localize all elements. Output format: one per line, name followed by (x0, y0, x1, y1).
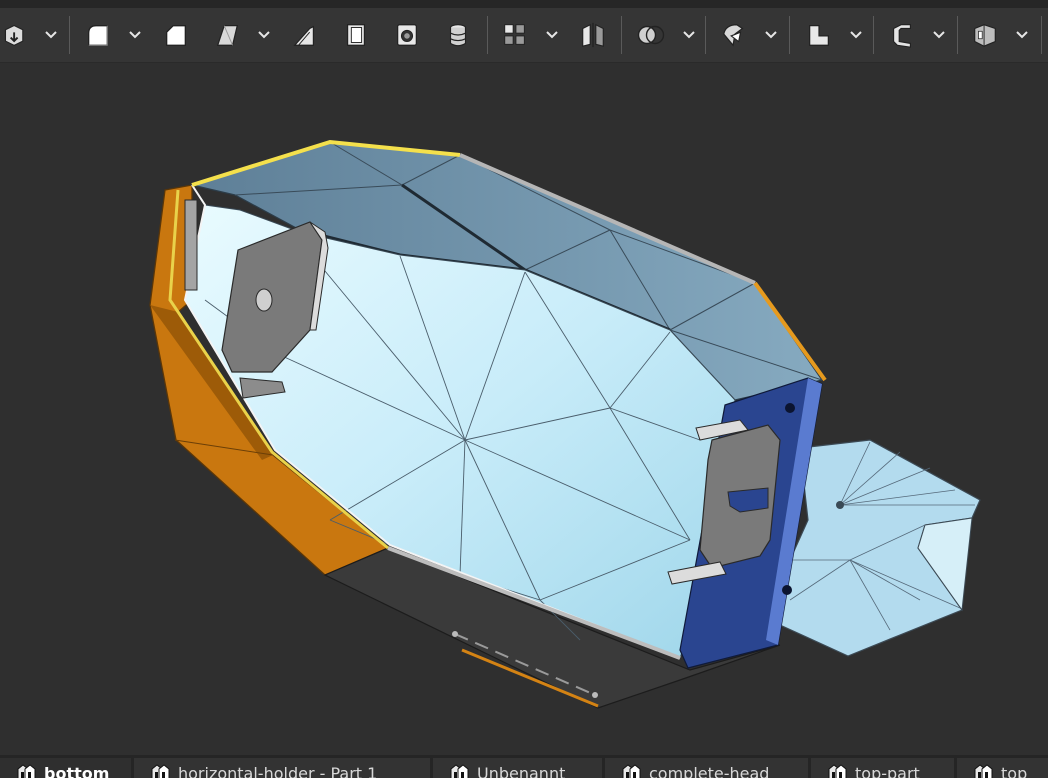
thread-button[interactable] (444, 19, 472, 51)
hole-button[interactable] (393, 19, 421, 51)
rear-tab-body (779, 439, 981, 657)
draft-button[interactable] (213, 19, 241, 51)
import-part-button[interactable] (2, 19, 28, 51)
flange-button[interactable] (888, 19, 916, 51)
shell-button[interactable] (342, 19, 370, 51)
part-studio-icon (17, 764, 36, 778)
pattern-button[interactable] (501, 19, 529, 51)
toolbar-separator (69, 16, 70, 54)
chevron-down-icon[interactable] (543, 27, 561, 43)
thickness-icon (293, 25, 315, 46)
thread-icon (449, 24, 467, 47)
tab-label: horizontal-holder - Part 1 (178, 764, 378, 778)
part-tab-bar: bottom horizontal-holder - Part 1 Unbenann… (0, 755, 1048, 778)
tab-label: top (1001, 764, 1028, 778)
toolbar-separator (487, 16, 488, 54)
chamfer-button[interactable] (162, 19, 190, 51)
chevron-down-icon[interactable] (930, 27, 948, 43)
tab-unbenannt[interactable]: Unbenannt (433, 758, 602, 778)
toolbar-separator (957, 16, 958, 54)
fillet-button[interactable] (84, 19, 112, 51)
tab-top-part[interactable]: top-part (811, 758, 954, 778)
hole-icon (397, 24, 417, 46)
part-model[interactable] (0, 63, 1048, 755)
part-studio-tool-icon (974, 24, 996, 47)
transform-button[interactable] (720, 19, 748, 51)
fillet-icon (88, 25, 108, 46)
toolbar-separator (789, 16, 790, 54)
tab-top[interactable]: top (957, 758, 1048, 778)
toolbar-separator (621, 16, 622, 54)
tab-label: complete-head (649, 764, 770, 778)
chevron-down-icon[interactable] (680, 27, 698, 43)
thickness-button[interactable] (291, 19, 319, 51)
tab-label: bottom (44, 764, 110, 778)
part-studio-icon (828, 764, 847, 778)
tab-complete-head[interactable]: complete-head (605, 758, 808, 778)
sheet-metal-icon (809, 25, 829, 46)
chevron-down-icon[interactable] (126, 27, 144, 43)
toolbar-separator (873, 16, 874, 54)
chevron-down-icon[interactable] (1013, 27, 1031, 43)
tab-label: top-part (855, 764, 920, 778)
sheet-metal-button[interactable] (805, 19, 833, 51)
3d-viewport[interactable] (0, 63, 1048, 755)
part-studio-icon (151, 764, 170, 778)
chevron-down-icon[interactable] (762, 27, 780, 43)
toolbar-separator (1041, 16, 1042, 54)
part-studio-icon (450, 764, 469, 778)
pattern-icon (504, 24, 525, 45)
part-studio-icon (622, 764, 641, 778)
boolean-button[interactable] (636, 19, 666, 51)
boolean-icon (637, 25, 665, 45)
mirror-icon (582, 22, 604, 48)
chamfer-icon (166, 25, 186, 46)
transform-icon (723, 24, 744, 47)
flange-icon (893, 24, 911, 48)
part-studio-tool-button[interactable] (971, 19, 999, 51)
feature-toolbar (0, 8, 1048, 63)
tab-bottom[interactable]: bottom (0, 758, 131, 778)
toolbar-separator (705, 16, 706, 54)
shell-icon (346, 24, 366, 46)
chevron-down-icon[interactable] (847, 27, 865, 43)
chevron-down-icon[interactable] (255, 27, 273, 43)
import-part-icon (4, 24, 24, 47)
chevron-down-icon[interactable] (42, 27, 60, 43)
draft-icon (216, 25, 239, 46)
mirror-button[interactable] (579, 19, 607, 51)
window-top-strip (0, 0, 1048, 8)
tab-horizontal-holder-part-1[interactable]: horizontal-holder - Part 1 (134, 758, 430, 778)
tab-label: Unbenannt (477, 764, 566, 778)
part-studio-icon (974, 764, 993, 778)
